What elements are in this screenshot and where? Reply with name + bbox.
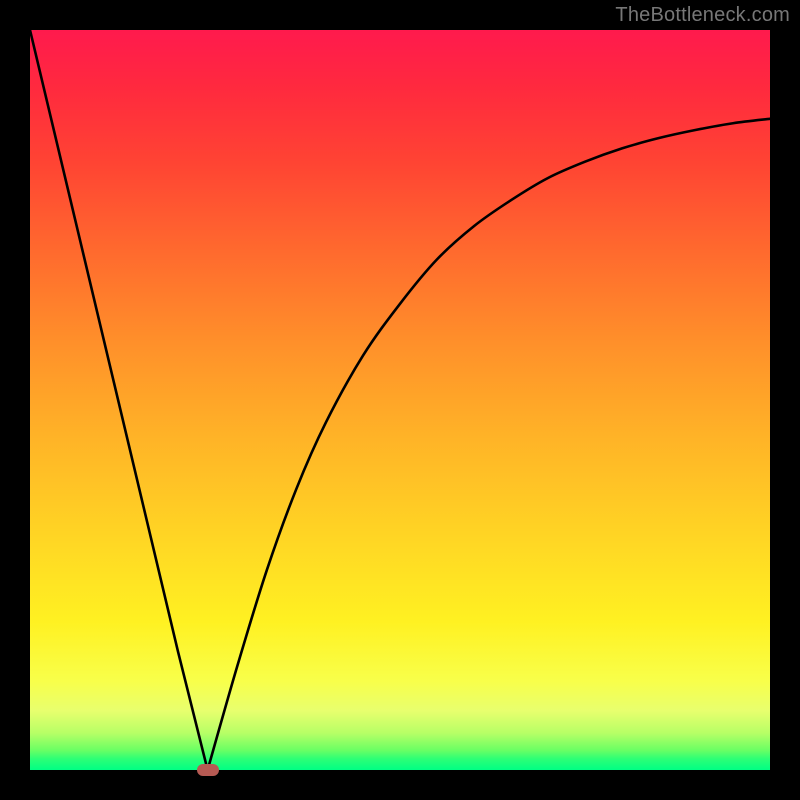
plot-area: [30, 30, 770, 770]
bottleneck-curve-path: [30, 30, 770, 770]
watermark-text: TheBottleneck.com: [615, 4, 790, 27]
chart-frame: TheBottleneck.com: [0, 0, 800, 800]
minimum-marker: [197, 764, 219, 776]
curve-svg: [30, 30, 770, 770]
